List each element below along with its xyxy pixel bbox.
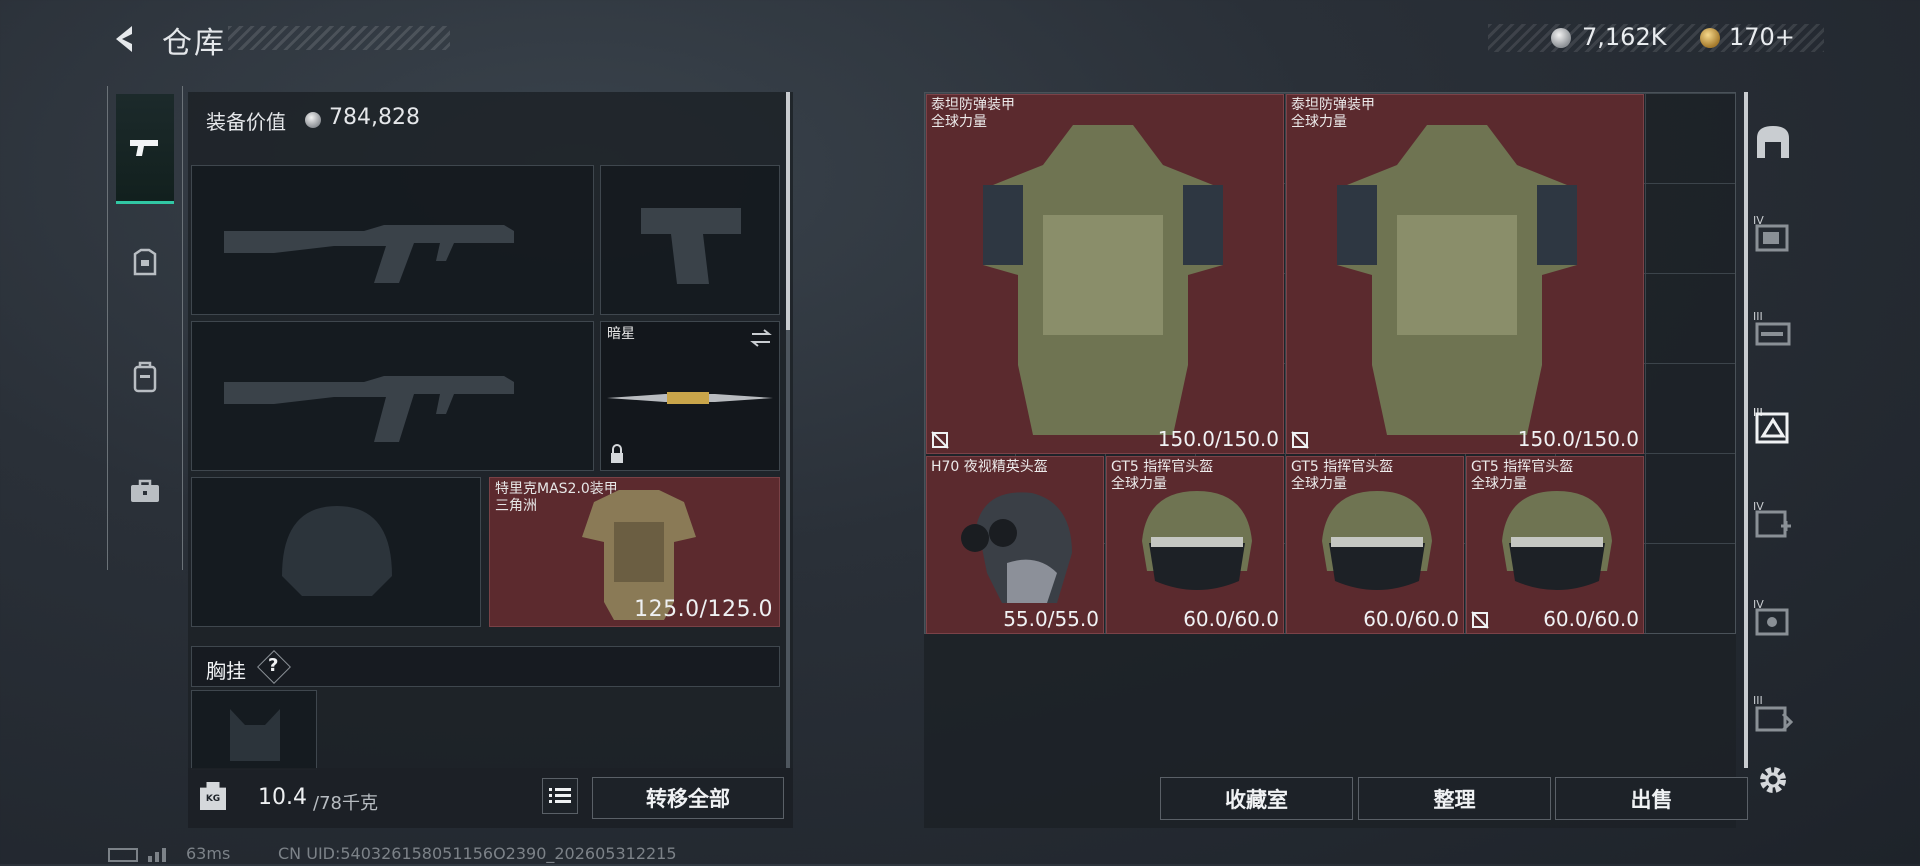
rifle-silhouette-icon (224, 225, 514, 283)
no-insure-icon (1291, 431, 1309, 449)
settings-button[interactable] (1753, 760, 1793, 800)
lock-icon (611, 444, 623, 463)
knife-icon (607, 392, 773, 404)
knife-name: 暗星 (607, 326, 635, 342)
item-name: H70 夜视精英头盔 (931, 459, 1048, 475)
commander-helmet-icon (1322, 491, 1432, 590)
tab-armor[interactable] (116, 208, 174, 318)
grid-item-helmet[interactable]: GT5 指挥官头盔 全球力量 60.0/60.0 (1286, 456, 1464, 634)
list-icon (549, 788, 571, 803)
equipment-value-label: 装备价值 (206, 110, 286, 134)
sell-button[interactable]: 出售 (1555, 777, 1748, 820)
weight-current: 10.4 (258, 785, 307, 810)
item-durability: 150.0/150.0 (1517, 427, 1639, 451)
armor-origin: 三角洲 (495, 498, 537, 514)
grid-item-armor[interactable]: 泰坦防弹装甲 全球力量 150.0/150.0 (926, 94, 1284, 454)
chest-rig-slot[interactable] (191, 690, 317, 770)
item-durability: 60.0/60.0 (1183, 607, 1279, 631)
commander-helmet-icon (1142, 491, 1252, 590)
pistol-silhouette-icon (641, 208, 741, 284)
item-durability: 60.0/60.0 (1363, 607, 1459, 631)
toolbox-icon (131, 479, 159, 502)
ping-text: 63ms (186, 844, 231, 863)
tab-level: III (1753, 694, 1763, 707)
tab-weapons[interactable] (116, 94, 174, 204)
transfer-all-button[interactable]: 转移全部 (592, 777, 784, 819)
titan-armor-icon (1337, 125, 1577, 435)
rifle-silhouette-icon (224, 376, 514, 442)
equipment-value: 784,828 (329, 105, 420, 130)
no-insure-icon (1471, 611, 1489, 629)
pistol-icon (130, 139, 158, 156)
swap-icon[interactable] (749, 328, 773, 348)
armor-icon (133, 248, 157, 276)
item-durability: 55.0/55.0 (1003, 607, 1099, 631)
tab-toolbox[interactable] (116, 436, 174, 546)
secondary-weapon-slot[interactable] (191, 321, 594, 471)
item-durability: 150.0/150.0 (1157, 427, 1279, 451)
title-decoration (228, 26, 450, 50)
tab-container-iv[interactable]: IV (1753, 214, 1793, 254)
item-durability: 60.0/60.0 (1543, 607, 1639, 631)
silver-amount: 7,162K (1582, 23, 1667, 51)
tab-base[interactable] (1753, 122, 1793, 162)
back-icon[interactable] (108, 22, 142, 56)
grid-item-helmet[interactable]: GT5 指挥官头盔 全球力量 60.0/60.0 (1106, 456, 1284, 634)
signal-icon (148, 844, 172, 862)
tab-gear-box-iii[interactable]: III (1753, 694, 1794, 734)
equipment-scrollbar-thumb[interactable] (786, 92, 790, 330)
titan-armor-icon (983, 125, 1223, 435)
page-title: 仓库 (162, 26, 226, 61)
tab-level: IV (1753, 214, 1764, 227)
tab-level: III (1753, 406, 1763, 419)
tab-weapon-box-iii[interactable]: III (1753, 310, 1793, 350)
list-view-button[interactable] (542, 778, 578, 814)
chest-rig-label: 胸挂 (206, 659, 246, 683)
silver-coin-icon (1551, 28, 1571, 48)
tab-armor-box-iii[interactable]: III (1753, 406, 1793, 446)
help-icon[interactable]: ? (268, 655, 278, 676)
tab-level: IV (1753, 598, 1764, 611)
collection-button[interactable]: 收藏室 (1160, 777, 1353, 820)
uid-text: CN UID:540326158051156O2390_202605312215 (278, 844, 677, 863)
tab-backpack[interactable] (116, 322, 174, 432)
tab-supply-box-iv[interactable]: IV (1753, 598, 1793, 638)
equipment-category-tabs (107, 86, 183, 570)
armor-durability: 125.0/125.0 (634, 597, 773, 622)
tab-level: IV (1753, 500, 1764, 513)
tab-medical-box-iv[interactable]: IV (1753, 500, 1793, 540)
no-insure-icon (931, 431, 949, 449)
backpack-icon (133, 361, 157, 393)
commander-helmet-icon (1502, 491, 1612, 590)
grid-item-armor[interactable]: 泰坦防弹装甲 全球力量 150.0/150.0 (1286, 94, 1644, 454)
gold-coin-icon (1700, 28, 1720, 48)
primary-weapon-slot[interactable] (191, 165, 594, 315)
grid-item-helmet[interactable]: GT5 指挥官头盔 全球力量 60.0/60.0 (1466, 456, 1644, 634)
pistol-slot[interactable] (600, 165, 780, 315)
silver-coin-icon (305, 112, 321, 128)
helmet-silhouette-icon (282, 506, 392, 596)
weight-max: /78千克 (313, 793, 378, 814)
grid-item-helmet[interactable]: H70 夜视精英头盔 55.0/55.0 (926, 456, 1104, 634)
helmet-slot[interactable] (191, 477, 481, 627)
settings-gear-icon (1760, 767, 1786, 793)
organize-button[interactable]: 整理 (1358, 777, 1551, 820)
chest-rig-header: 胸挂 ? (191, 646, 780, 687)
gold-amount[interactable]: 170+ (1729, 23, 1795, 51)
warehouse-tabs: IV III III IV IV III (1743, 92, 1803, 828)
base-icon (1757, 126, 1789, 158)
battery-icon (108, 848, 138, 862)
night-vision-helmet-icon (961, 492, 1072, 603)
tab-level: III (1753, 310, 1763, 323)
melee-slot[interactable]: 暗星 (600, 321, 780, 471)
chest-rig-silhouette-icon (230, 709, 280, 761)
armor-slot[interactable]: 特里克MAS2.0装甲 三角洲 125.0/125.0 (489, 477, 780, 627)
